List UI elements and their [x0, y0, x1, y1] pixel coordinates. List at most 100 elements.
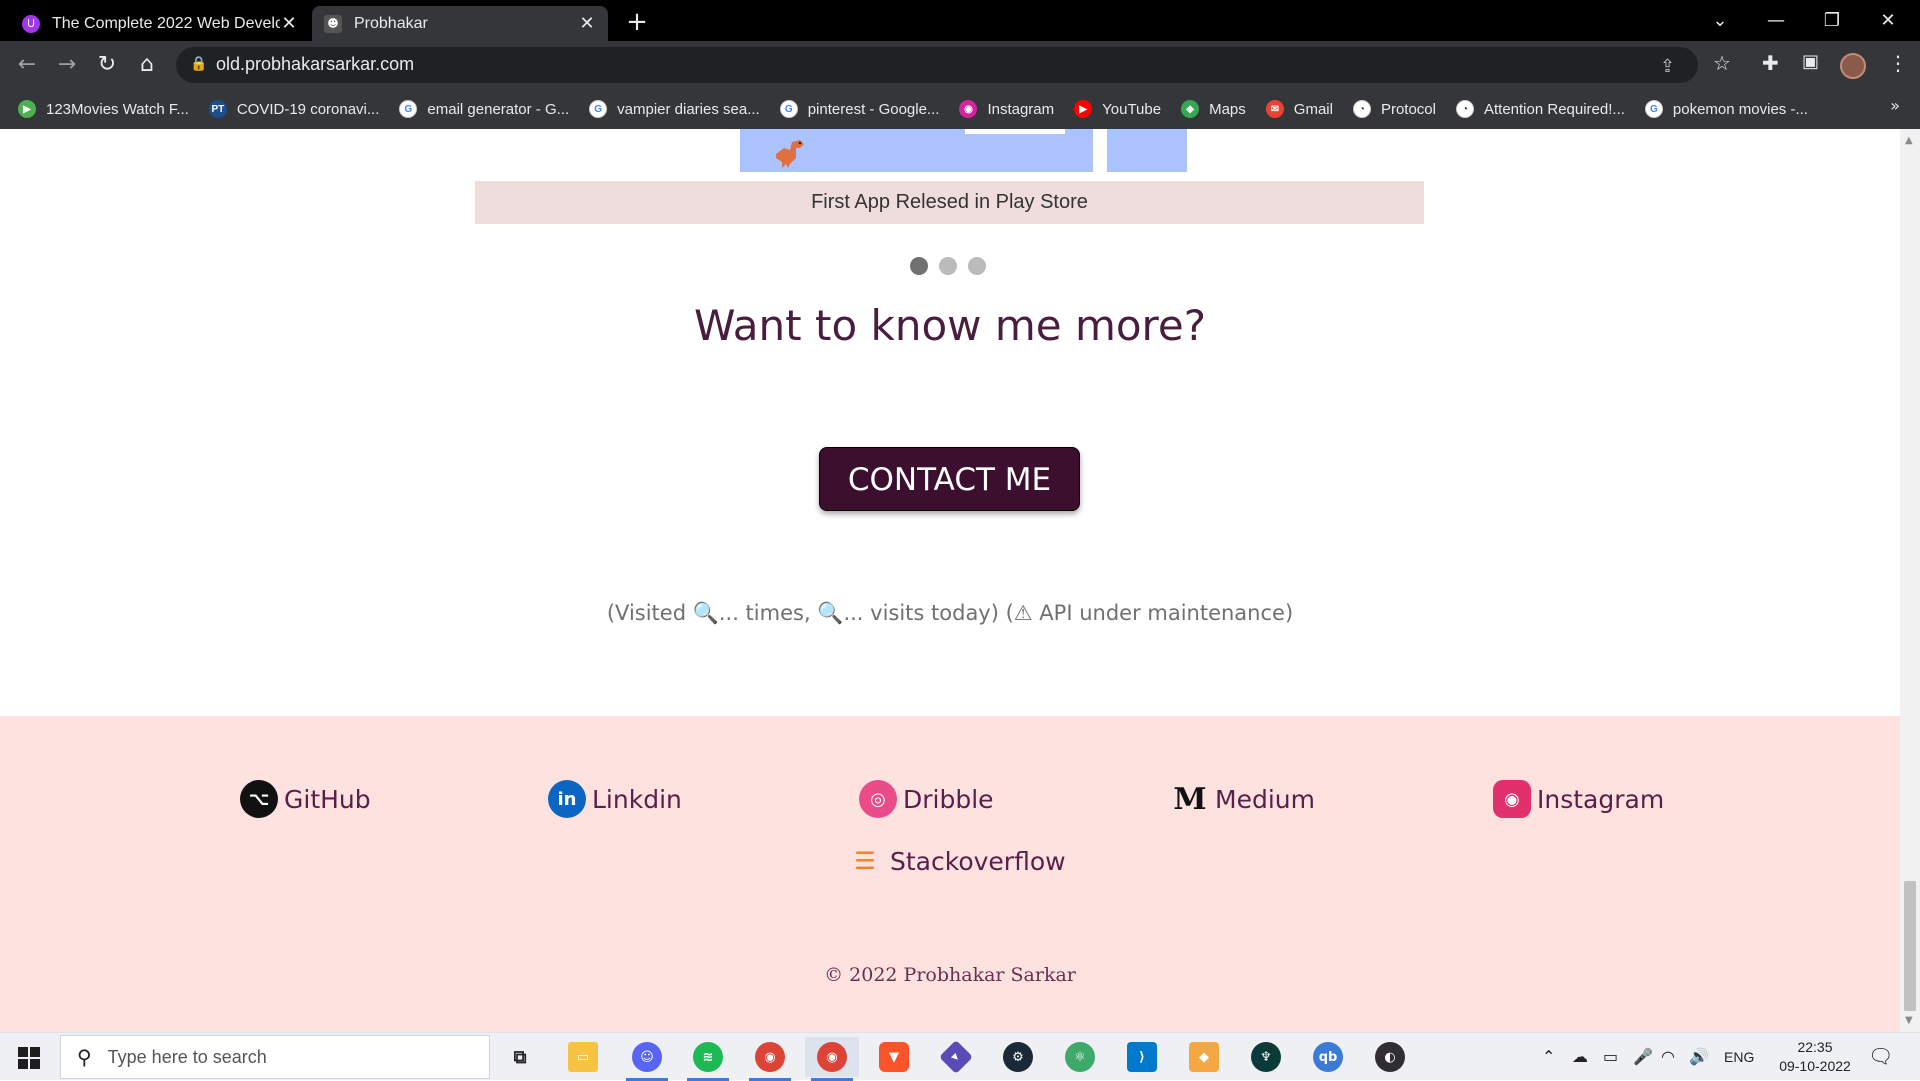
taskbar-vscode[interactable]: ⟩	[1115, 1037, 1169, 1077]
clock-time: 22:35	[1797, 1039, 1833, 1055]
bookmark-item[interactable]: ▶ YouTube	[1074, 100, 1161, 118]
linkedin-link[interactable]: in Linkdin	[548, 780, 682, 818]
bookmark-item[interactable]: ✉ Gmail	[1265, 100, 1333, 118]
vertical-scrollbar[interactable]: ▲ ▼	[1900, 129, 1920, 1032]
search-placeholder: Type here to search	[107, 1046, 267, 1067]
taskbar-spotify[interactable]: ≋	[681, 1037, 735, 1081]
bookmark-item[interactable]: ◈ Maps	[1181, 100, 1246, 118]
url-text[interactable]: old.probhakarsarkar.com	[216, 54, 414, 75]
google-icon: G	[1644, 100, 1663, 118]
bookmark-item[interactable]: ◔ Protocol	[1352, 100, 1436, 118]
bookmark-item[interactable]: Gemail generator - G...	[399, 100, 569, 118]
new-tab-button[interactable]: +	[622, 8, 652, 38]
contact-me-button[interactable]: CONTACT ME	[819, 447, 1080, 511]
close-tab-icon[interactable]: ✕	[280, 13, 298, 34]
medium-link[interactable]: M Medium	[1171, 780, 1315, 818]
restore-button[interactable]: ❐	[1804, 0, 1860, 41]
taskbar-brave[interactable]: ▼	[867, 1037, 921, 1077]
gmail-icon: ✉	[1265, 100, 1284, 118]
carousel-dot[interactable]	[968, 257, 986, 275]
forward-button[interactable]: →	[52, 51, 82, 81]
udemy-icon: U	[22, 14, 40, 33]
scroll-up-arrow[interactable]: ▲	[1905, 135, 1913, 146]
bookmark-label: email generator - G...	[427, 100, 570, 118]
youtube-icon: ▶	[1074, 100, 1093, 118]
taskbar-search-box[interactable]: ⚲ Type here to search	[60, 1035, 490, 1079]
taskbar-obs[interactable]: ◐	[1363, 1037, 1417, 1077]
linkedin-label: Linkdin	[592, 784, 682, 814]
stackoverflow-link[interactable]: ☰ Stackoverflow	[846, 842, 1066, 880]
carousel-caption: First App Relesed in Play Store	[475, 181, 1424, 224]
github-link[interactable]: ⌥ GitHub	[240, 780, 371, 818]
microphone-icon[interactable]: 🎤	[1633, 1047, 1653, 1066]
clock[interactable]: 22:35 09-10-2022	[1779, 1038, 1851, 1076]
tab-title: Probhakar	[354, 14, 428, 32]
bookmark-label: COVID-19 coronavi...	[236, 100, 380, 118]
bookmark-item[interactable]: Gpokemon movies -...	[1644, 100, 1808, 118]
taskbar-discord[interactable]: ☺	[620, 1037, 674, 1081]
instagram-link[interactable]: ◉ Instagram	[1493, 780, 1664, 818]
tab-search-icon[interactable]: ⌄	[1692, 0, 1748, 41]
bookmark-label: Maps	[1209, 100, 1246, 118]
bookmark-label: Instagram	[987, 100, 1055, 118]
tab-udemy[interactable]: U The Complete 2022 Web Develop ✕	[10, 6, 310, 41]
more-bookmarks-button[interactable]: »	[1890, 96, 1900, 115]
notifications-icon[interactable]: 🗨	[1868, 1044, 1893, 1068]
back-button[interactable]: ←	[12, 51, 42, 81]
globe-icon: ◔	[1352, 100, 1371, 118]
stackoverflow-label: Stackoverflow	[890, 846, 1066, 876]
linkedin-icon: in	[548, 780, 586, 818]
carousel-dot[interactable]	[910, 257, 928, 275]
share-icon[interactable]: ⇪	[1660, 56, 1675, 77]
medium-label: Medium	[1215, 784, 1315, 814]
taskbar-qbittorrent[interactable]: qb	[1301, 1037, 1355, 1077]
taskbar-chrome[interactable]: ◉	[805, 1037, 859, 1081]
taskbar-chrome-profile-m[interactable]: ◉	[743, 1037, 797, 1081]
taskbar-vs-purple[interactable]: ▸	[929, 1037, 983, 1077]
bookmark-label: Gmail	[1293, 100, 1333, 118]
spotify-icon: ≋	[693, 1042, 723, 1072]
close-window-button[interactable]: ✕	[1860, 0, 1916, 41]
language-indicator[interactable]: ENG	[1724, 1049, 1754, 1065]
home-button[interactable]: ⌂	[132, 51, 162, 81]
scroll-down-arrow[interactable]: ▼	[1905, 1015, 1913, 1026]
dribbble-link[interactable]: ◎ Dribble	[859, 780, 994, 818]
minimize-button[interactable]: —	[1748, 0, 1804, 41]
tab-probhakar[interactable]: ☻ Probhakar ✕	[312, 6, 608, 41]
taskbar-colorful-app[interactable]: ◆	[1177, 1037, 1231, 1077]
taskbar-steam[interactable]: ⚙	[991, 1037, 1045, 1077]
battery-icon[interactable]: ▭	[1603, 1047, 1618, 1066]
diamond-icon: ◆	[1189, 1042, 1219, 1072]
volume-icon[interactable]: 🔊	[1689, 1047, 1709, 1066]
profile-avatar[interactable]	[1840, 53, 1866, 79]
taskbar-atom[interactable]: ⚛	[1053, 1037, 1107, 1077]
taskbar-file-explorer[interactable]: ▭	[556, 1037, 610, 1077]
carousel-dot[interactable]	[939, 257, 957, 275]
reload-button[interactable]: ↻	[92, 51, 122, 81]
tray-overflow-icon[interactable]: ⌃	[1542, 1047, 1555, 1066]
scrollbar-thumb[interactable]	[1904, 881, 1916, 1011]
onedrive-icon[interactable]: ☁	[1572, 1047, 1588, 1066]
bookmark-item[interactable]: PT COVID-19 coronavi...	[208, 100, 380, 118]
address-bar[interactable]: 🔒 old.probhakarsarkar.com ⇪	[176, 47, 1698, 83]
atom-icon: ⚛	[1065, 1042, 1095, 1072]
menu-icon[interactable]: ⋮	[1888, 51, 1908, 75]
lock-icon[interactable]: 🔒	[190, 56, 207, 72]
windows-start-icon[interactable]	[18, 1047, 40, 1069]
bookmark-item[interactable]: ▶ 123Movies Watch F...	[18, 100, 189, 118]
globe-icon: ◔	[1455, 100, 1474, 118]
bookmark-label: Attention Required!...	[1483, 100, 1625, 118]
diamond-app-icon: ▸	[939, 1040, 973, 1074]
bookmark-star-icon[interactable]: ☆	[1713, 51, 1731, 75]
bookmark-item[interactable]: Gpinterest - Google...	[779, 100, 939, 118]
extensions-icon[interactable]: ✚	[1762, 51, 1779, 75]
task-view-button[interactable]: ⧉	[493, 1037, 547, 1077]
bookmark-item[interactable]: ◉ Instagram	[959, 100, 1054, 118]
copyright-text: © 2022 Probhakar Sarkar	[824, 964, 1076, 986]
bookmark-item[interactable]: Gvampier diaries sea...	[589, 100, 760, 118]
side-panel-icon[interactable]: ▣	[1802, 51, 1819, 72]
wifi-icon[interactable]: ◠	[1661, 1047, 1675, 1066]
bookmark-item[interactable]: ◔ Attention Required!...	[1455, 100, 1625, 118]
close-tab-icon[interactable]: ✕	[578, 13, 596, 34]
taskbar-gitkraken[interactable]: ♆	[1239, 1037, 1293, 1077]
